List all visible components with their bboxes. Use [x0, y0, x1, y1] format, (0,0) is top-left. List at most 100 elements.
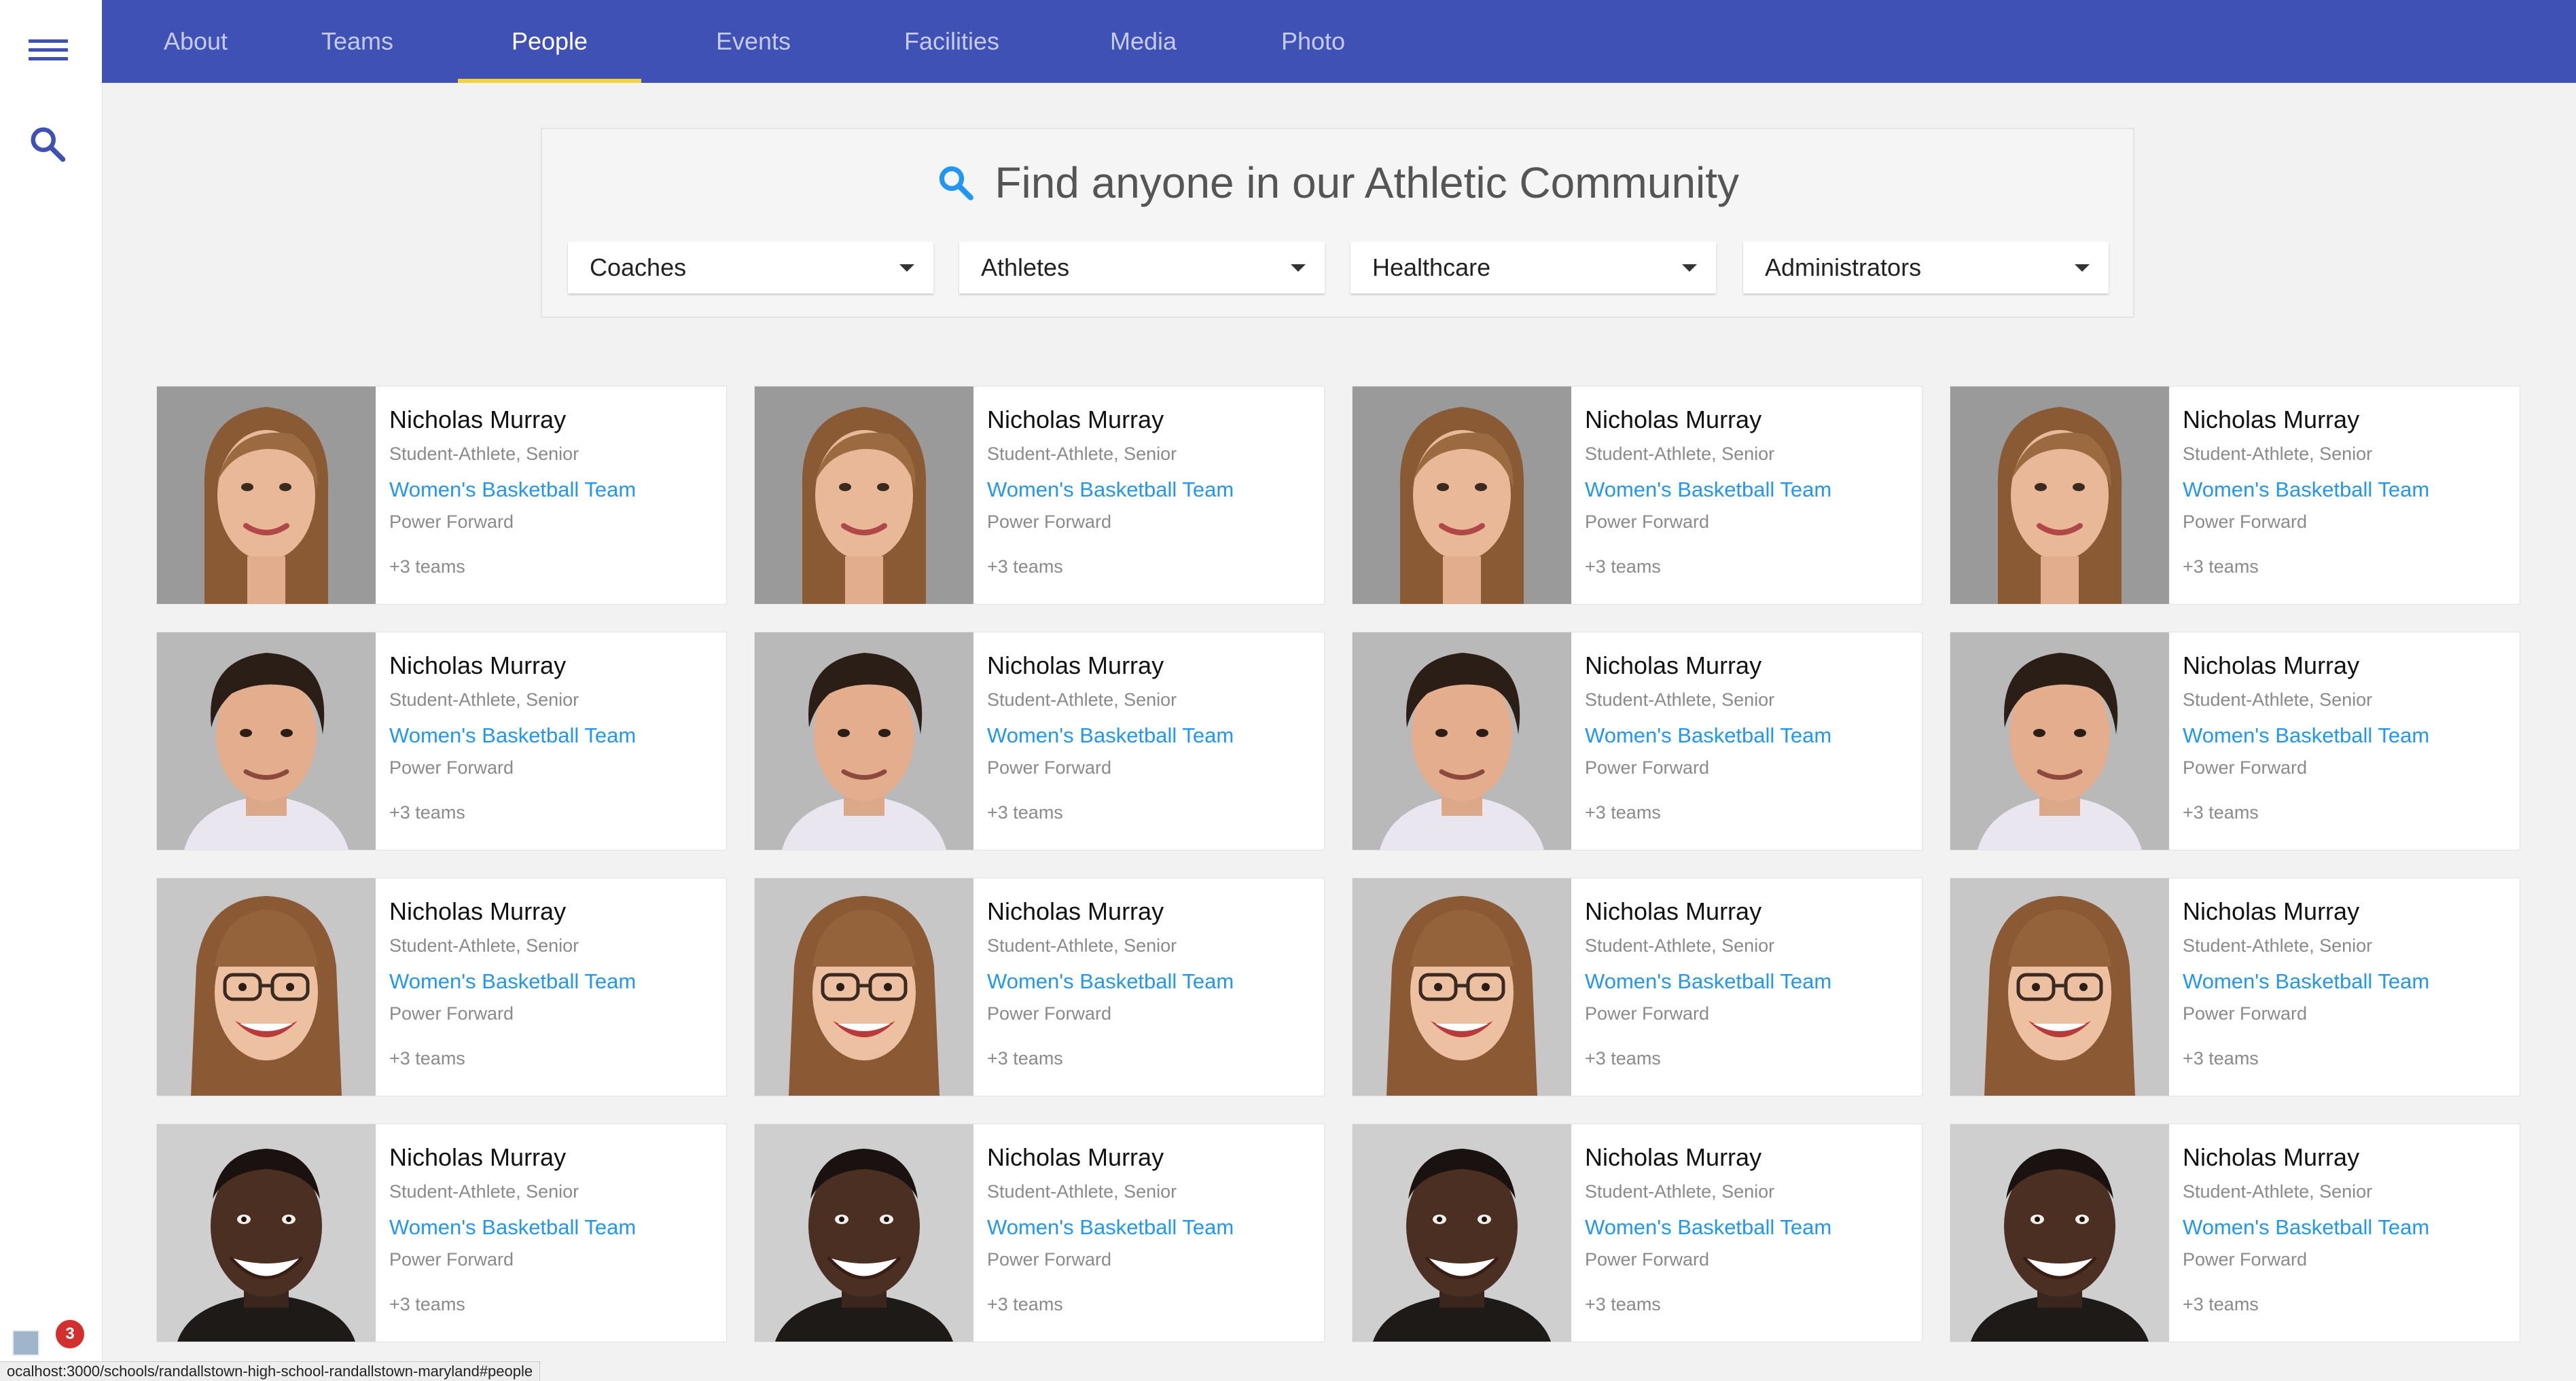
caret-down-icon	[1682, 264, 1697, 272]
hamburger-menu-icon[interactable]	[29, 39, 68, 67]
more-teams: +3 teams	[987, 802, 1063, 823]
person-info: Nicholas Murray Student-Athlete, Senior Wo…	[1585, 387, 1911, 604]
person-name: Nicholas Murray	[2183, 406, 2360, 433]
person-name: Nicholas Murray	[987, 897, 1164, 925]
person-position: Power Forward	[2183, 1003, 2308, 1024]
tab-facilities[interactable]: Facilities	[855, 0, 1049, 83]
person-role: Student-Athlete, Senior	[987, 444, 1177, 464]
person-name: Nicholas Murray	[389, 406, 567, 433]
person-photo[interactable]	[1353, 1124, 1571, 1342]
team-link[interactable]: Women's Basketball Team	[987, 478, 1234, 502]
notification-badge[interactable]: 3	[56, 1320, 84, 1348]
person-photo[interactable]	[755, 1124, 973, 1342]
caret-down-icon	[2075, 264, 2090, 272]
filter-label: Administrators	[1765, 253, 1922, 281]
filter-athletes-dropdown[interactable]: Athletes	[959, 242, 1325, 293]
person-photo[interactable]	[1353, 632, 1571, 850]
filter-healthcare-dropdown[interactable]: Healthcare	[1350, 242, 1716, 293]
tab-teams[interactable]: Teams	[291, 0, 424, 83]
person-name: Nicholas Murray	[987, 651, 1164, 679]
person-role: Student-Athlete, Senior	[2183, 1181, 2373, 1202]
team-link[interactable]: Women's Basketball Team	[389, 723, 636, 748]
person-role: Student-Athlete, Senior	[389, 1181, 579, 1202]
caret-down-icon	[1291, 264, 1306, 272]
tab-people[interactable]: People	[458, 0, 641, 83]
tab-about[interactable]: About	[129, 0, 262, 83]
person-name: Nicholas Murray	[1585, 406, 1762, 433]
person-role: Student-Athlete, Senior	[2183, 689, 2373, 710]
filter-administrators-dropdown[interactable]: Administrators	[1743, 242, 2109, 293]
filter-coaches-dropdown[interactable]: Coaches	[568, 242, 933, 293]
team-link[interactable]: Women's Basketball Team	[2183, 969, 2429, 994]
person-photo[interactable]	[1950, 387, 2169, 604]
person-photo[interactable]	[157, 878, 376, 1096]
person-photo[interactable]	[755, 878, 973, 1096]
person-position: Power Forward	[1585, 1249, 1710, 1270]
person-name: Nicholas Murray	[389, 897, 567, 925]
person-name: Nicholas Murray	[987, 1143, 1164, 1171]
person-info: Nicholas Murray Student-Athlete, Senior Wo…	[389, 632, 715, 850]
person-role: Student-Athlete, Senior	[1585, 689, 1775, 710]
person-info: Nicholas Murray Student-Athlete, Senior Wo…	[389, 878, 715, 1096]
search-icon[interactable]	[27, 124, 68, 164]
filter-label: Healthcare	[1372, 253, 1491, 281]
person-info: Nicholas Murray Student-Athlete, Senior Wo…	[2183, 387, 2509, 604]
person-photo[interactable]	[755, 632, 973, 850]
team-link[interactable]: Women's Basketball Team	[2183, 723, 2429, 748]
team-link[interactable]: Women's Basketball Team	[1585, 723, 1831, 748]
person-photo[interactable]	[1950, 632, 2169, 850]
notification-icon[interactable]	[12, 1330, 39, 1356]
person-info: Nicholas Murray Student-Athlete, Senior Wo…	[987, 632, 1313, 850]
person-info: Nicholas Murray Student-Athlete, Senior Wo…	[1585, 1124, 1911, 1342]
person-info: Nicholas Murray Student-Athlete, Senior Wo…	[987, 1124, 1313, 1342]
person-photo[interactable]	[1353, 878, 1571, 1096]
person-card: Nicholas Murray Student-Athlete, Senior Wo…	[1950, 632, 2520, 850]
person-role: Student-Athlete, Senior	[987, 1181, 1177, 1202]
person-name: Nicholas Murray	[2183, 897, 2360, 925]
team-link[interactable]: Women's Basketball Team	[1585, 478, 1831, 502]
person-photo[interactable]	[1950, 1124, 2169, 1342]
team-link[interactable]: Women's Basketball Team	[2183, 1215, 2429, 1240]
person-photo[interactable]	[1353, 387, 1571, 604]
person-photo[interactable]	[157, 632, 376, 850]
person-photo[interactable]	[157, 1124, 376, 1342]
person-role: Student-Athlete, Senior	[2183, 935, 2373, 956]
more-teams: +3 teams	[1585, 1294, 1661, 1314]
more-teams: +3 teams	[987, 1294, 1063, 1314]
person-photo[interactable]	[755, 387, 973, 604]
team-link[interactable]: Women's Basketball Team	[987, 1215, 1234, 1240]
person-role: Student-Athlete, Senior	[2183, 444, 2373, 464]
person-name: Nicholas Murray	[389, 1143, 567, 1171]
person-info: Nicholas Murray Student-Athlete, Senior Wo…	[2183, 1124, 2509, 1342]
tab-media[interactable]: Media	[1067, 0, 1220, 83]
person-card: Nicholas Murray Student-Athlete, Senior Wo…	[754, 1124, 1325, 1342]
team-link[interactable]: Women's Basketball Team	[389, 969, 636, 994]
team-link[interactable]: Women's Basketball Team	[1585, 1215, 1831, 1240]
person-card: Nicholas Murray Student-Athlete, Senior Wo…	[1950, 878, 2520, 1096]
tab-photo[interactable]: Photo	[1236, 0, 1390, 83]
person-card: Nicholas Murray Student-Athlete, Senior Wo…	[1950, 1124, 2520, 1342]
person-role: Student-Athlete, Senior	[987, 689, 1177, 710]
tab-events[interactable]: Events	[677, 0, 830, 83]
person-role: Student-Athlete, Senior	[389, 444, 579, 464]
person-photo[interactable]	[157, 387, 376, 604]
person-card: Nicholas Murray Student-Athlete, Senior Wo…	[156, 386, 727, 605]
person-position: Power Forward	[987, 512, 1112, 532]
team-link[interactable]: Women's Basketball Team	[2183, 478, 2429, 502]
more-teams: +3 teams	[389, 556, 465, 577]
more-teams: +3 teams	[389, 1294, 465, 1314]
team-link[interactable]: Women's Basketball Team	[389, 478, 636, 502]
team-link[interactable]: Women's Basketball Team	[389, 1215, 636, 1240]
person-position: Power Forward	[2183, 757, 2308, 778]
person-card: Nicholas Murray Student-Athlete, Senior Wo…	[1950, 386, 2520, 605]
person-card: Nicholas Murray Student-Athlete, Senior Wo…	[1352, 386, 1922, 605]
top-nav: About Teams People Events Facilities Med…	[102, 0, 2576, 83]
person-position: Power Forward	[389, 1249, 514, 1270]
team-link[interactable]: Women's Basketball Team	[987, 723, 1234, 748]
person-card: Nicholas Murray Student-Athlete, Senior Wo…	[1352, 1124, 1922, 1342]
person-photo[interactable]	[1950, 878, 2169, 1096]
person-name: Nicholas Murray	[987, 406, 1164, 433]
person-position: Power Forward	[1585, 512, 1710, 532]
team-link[interactable]: Women's Basketball Team	[987, 969, 1234, 994]
team-link[interactable]: Women's Basketball Team	[1585, 969, 1831, 994]
